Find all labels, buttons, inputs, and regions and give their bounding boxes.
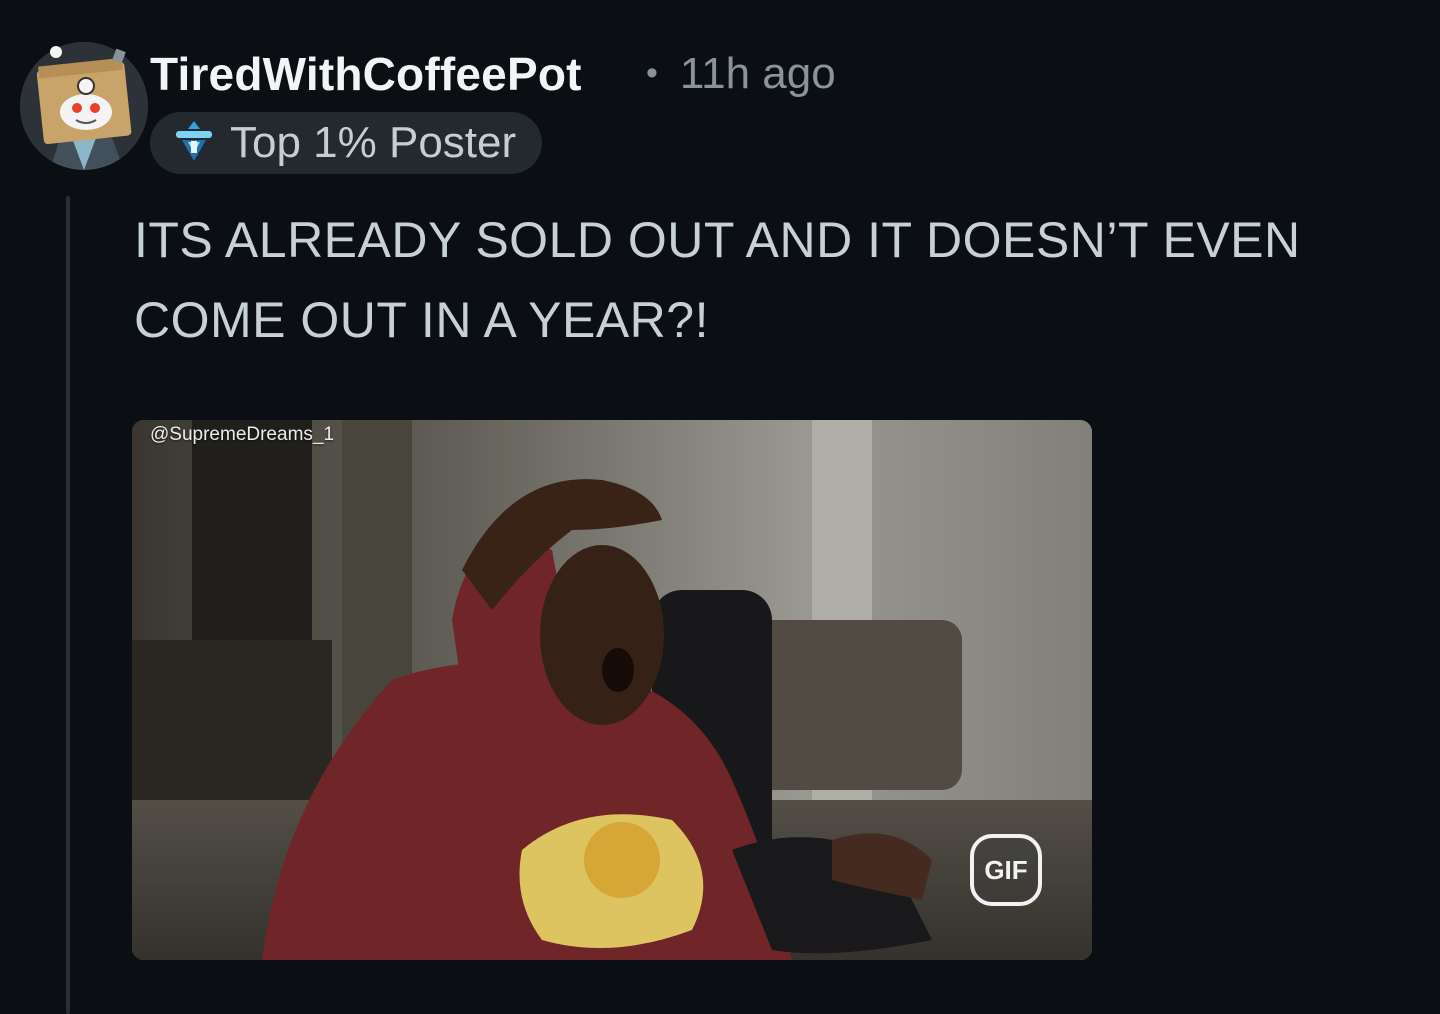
gif-badge: GIF [970, 834, 1042, 906]
cardboard-robot-avatar-icon [20, 42, 148, 170]
gif-watermark: @SupremeDreams_1 [150, 424, 335, 445]
meta-separator: • [646, 54, 658, 92]
top-poster-badge-icon [172, 119, 216, 168]
comment-body: ITS ALREADY SOLD OUT AND IT DOESN’T EVEN… [134, 212, 1301, 348]
comment-timestamp: 11h ago [679, 49, 836, 98]
flair-label: Top 1% Poster [230, 118, 517, 167]
shocked-man-gif-frame [132, 420, 1092, 960]
user-avatar[interactable] [20, 42, 148, 170]
comment-thread-line[interactable] [66, 196, 70, 1014]
comment-author[interactable]: TiredWithCoffeePot [150, 46, 582, 102]
user-flair: Top 1% Poster [150, 112, 543, 174]
comment-meta: • 11h ago [646, 46, 836, 105]
comment-gif[interactable]: @SupremeDreams_1 GIF [132, 420, 1092, 960]
